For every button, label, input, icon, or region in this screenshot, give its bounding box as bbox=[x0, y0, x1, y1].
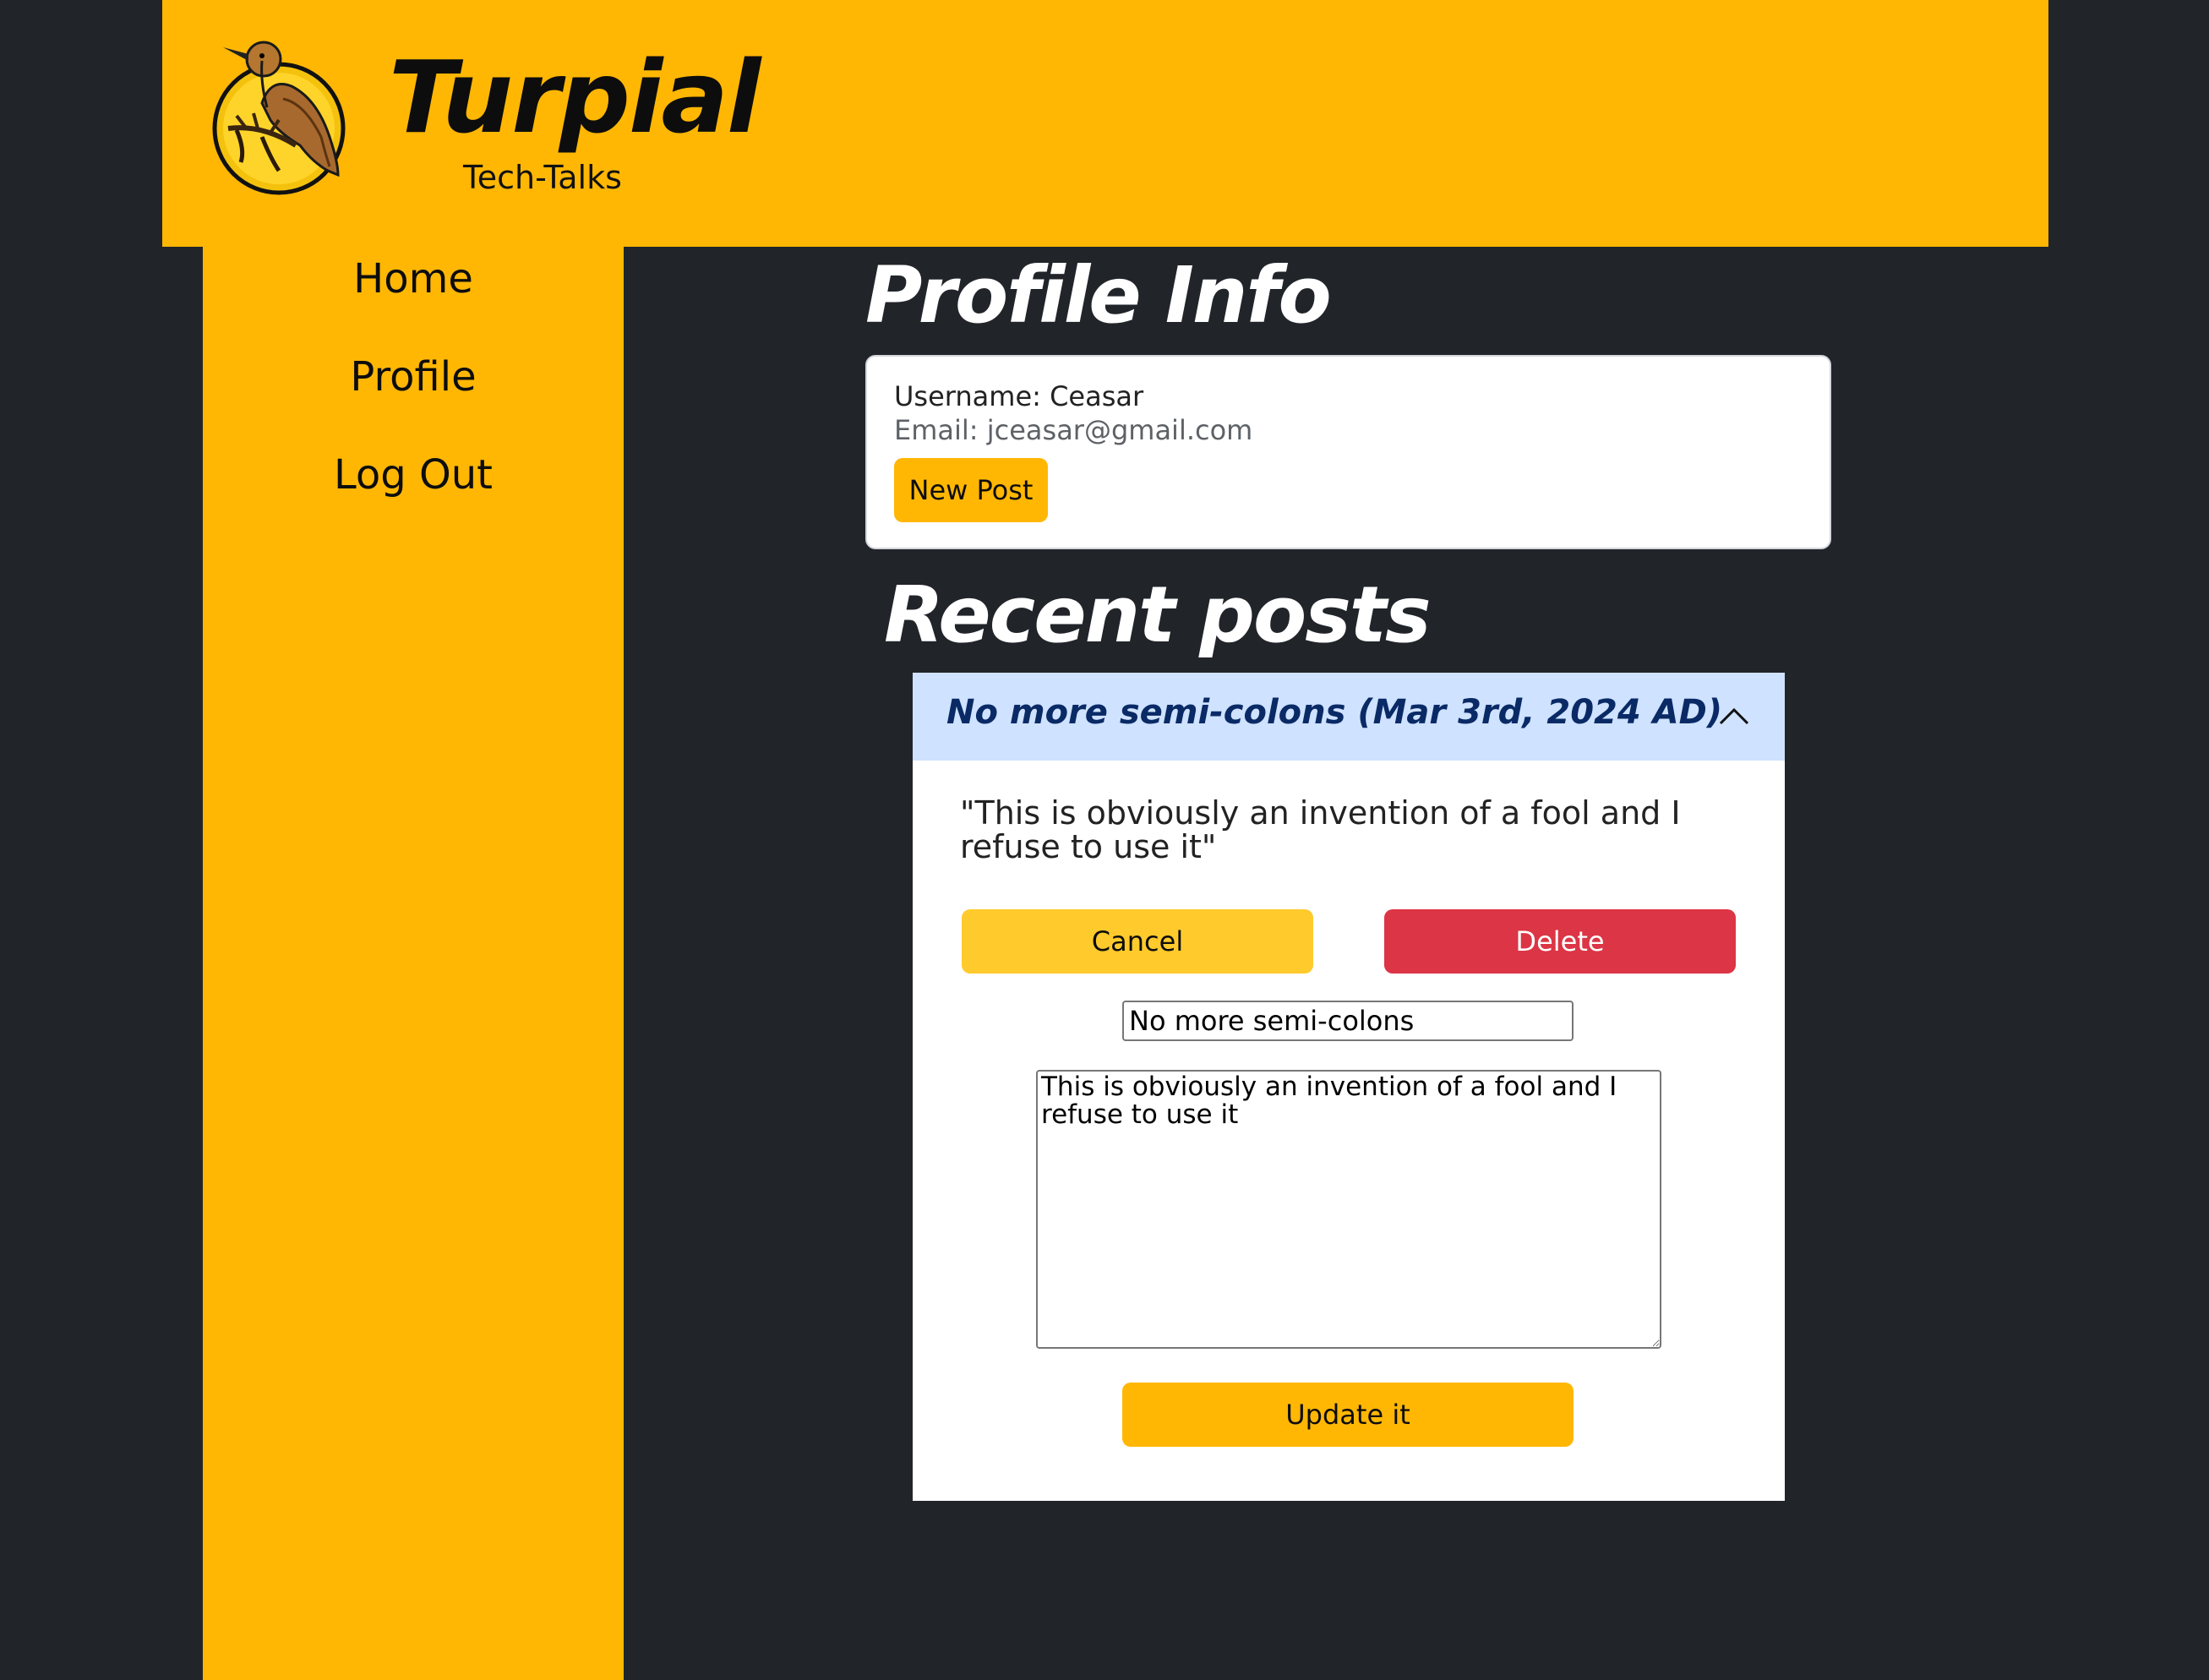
post-quote: "This is obviously an invention of a foo… bbox=[960, 794, 1681, 865]
brand-subtitle: Tech-Talks bbox=[463, 159, 622, 196]
post-body-textarea[interactable]: This is obviously an invention of a fool… bbox=[1036, 1070, 1661, 1349]
post-card: No more semi-colons (Mar 3rd, 2024 AD) "… bbox=[913, 673, 1785, 1501]
brand: Turpial Tech-Talks bbox=[389, 39, 761, 196]
sidebar: Home Profile Log Out bbox=[203, 247, 624, 1680]
post-title-input[interactable] bbox=[1122, 1001, 1574, 1041]
brand-title: Turpial bbox=[389, 39, 761, 155]
profile-heading: Profile Info bbox=[865, 250, 1332, 341]
site-header: Turpial Tech-Talks bbox=[162, 0, 2048, 247]
update-button[interactable]: Update it bbox=[1122, 1383, 1574, 1447]
recent-posts-heading: Recent posts bbox=[884, 570, 1432, 660]
profile-username: Username: Ceasar bbox=[894, 380, 1144, 412]
cancel-button[interactable]: Cancel bbox=[962, 909, 1313, 974]
chevron-up-icon[interactable] bbox=[1715, 698, 1753, 735]
new-post-button[interactable]: New Post bbox=[894, 458, 1048, 522]
profile-email: Email: jceasar@gmail.com bbox=[894, 414, 1253, 446]
turpial-bird-logo[interactable] bbox=[211, 35, 351, 196]
nav-item-log-out[interactable]: Log Out bbox=[203, 451, 624, 499]
nav-item-profile[interactable]: Profile bbox=[203, 353, 624, 401]
nav-item-home[interactable]: Home bbox=[203, 255, 624, 303]
post-accordion-header[interactable]: No more semi-colons (Mar 3rd, 2024 AD) bbox=[913, 673, 1785, 761]
delete-button[interactable]: Delete bbox=[1384, 909, 1736, 974]
post-title: No more semi-colons (Mar 3rd, 2024 AD) bbox=[946, 693, 1723, 732]
profile-card: Username: Ceasar Email: jceasar@gmail.co… bbox=[865, 355, 1831, 549]
